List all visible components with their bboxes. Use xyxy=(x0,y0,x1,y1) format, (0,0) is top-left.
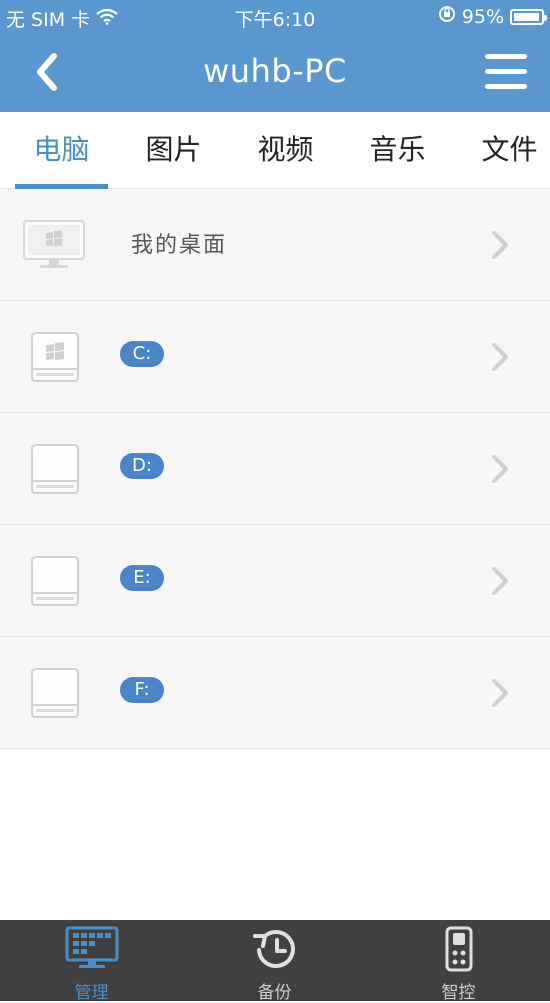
chevron-right-icon xyxy=(490,677,510,709)
menu-button[interactable] xyxy=(484,52,528,92)
tab-computer[interactable]: 电脑 xyxy=(15,112,108,188)
remote-control-icon xyxy=(444,926,474,976)
drive-list: 我的桌面 C: D: E: F: xyxy=(0,189,550,749)
backup-clock-icon xyxy=(251,926,299,976)
bottom-tab-bar: 管理 备份 智控 xyxy=(0,920,550,1003)
chevron-right-icon xyxy=(490,453,510,485)
category-tabs: 电脑 图片 视频 音乐 文件 xyxy=(0,112,550,189)
drive-label-badge: E: xyxy=(120,565,164,591)
list-item-desktop[interactable]: 我的桌面 xyxy=(0,189,550,301)
tabbar-smart-control[interactable]: 智控 xyxy=(367,920,550,1003)
tabbar-label: 备份 xyxy=(257,983,292,1003)
drive-icon xyxy=(22,443,88,495)
drive-icon xyxy=(22,555,88,607)
list-item-drive-e[interactable]: E: xyxy=(0,525,550,637)
rotation-lock-icon xyxy=(438,5,456,28)
list-item-label: 我的桌面 xyxy=(131,233,228,258)
chevron-right-icon xyxy=(490,565,510,597)
monitor-windows-icon xyxy=(22,219,88,271)
tabbar-label: 智控 xyxy=(441,983,476,1003)
battery-percent: 95% xyxy=(461,5,504,28)
battery-icon xyxy=(510,8,547,25)
chevron-right-icon xyxy=(490,229,510,261)
drive-label-badge: F: xyxy=(120,677,164,703)
battery-level xyxy=(514,12,539,21)
monitor-grid-icon xyxy=(65,926,119,974)
windows-drive-icon xyxy=(22,331,88,383)
back-button[interactable] xyxy=(28,50,68,94)
tab-files[interactable]: 文件 xyxy=(463,112,550,188)
hamburger-menu-icon xyxy=(485,54,527,89)
status-bar: 无 SIM 卡 下午6:10 95% xyxy=(0,0,550,34)
list-item-drive-d[interactable]: D: xyxy=(0,413,550,525)
page-title: wuhb-PC xyxy=(203,52,347,90)
list-item-drive-f[interactable]: F: xyxy=(0,637,550,749)
tab-music[interactable]: 音乐 xyxy=(351,112,444,188)
drive-label-badge: D: xyxy=(120,453,164,479)
tab-videos[interactable]: 视频 xyxy=(239,112,332,188)
app-header: 无 SIM 卡 下午6:10 95% wuhb-PC xyxy=(0,0,550,112)
status-right: 95% xyxy=(438,5,547,28)
tab-pictures[interactable]: 图片 xyxy=(127,112,220,188)
tabbar-backup[interactable]: 备份 xyxy=(183,920,366,1003)
tabbar-label: 管理 xyxy=(74,983,109,1003)
chevron-left-icon xyxy=(37,53,57,91)
tabbar-manage[interactable]: 管理 xyxy=(0,920,183,1003)
drive-icon xyxy=(22,667,88,719)
list-item-drive-c[interactable]: C: xyxy=(0,301,550,413)
chevron-right-icon xyxy=(490,341,510,373)
nav-bar: wuhb-PC xyxy=(0,34,550,112)
drive-label-badge: C: xyxy=(120,341,164,367)
